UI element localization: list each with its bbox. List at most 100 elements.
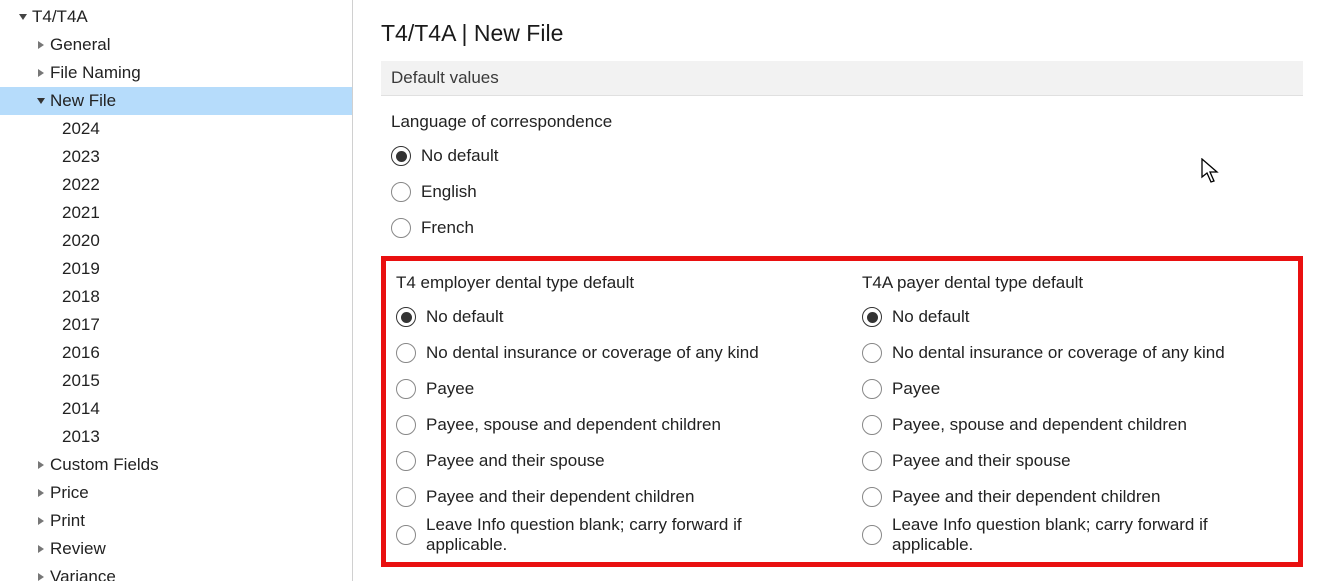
sidebar-item-label: 2022: [62, 175, 100, 195]
radio-t4-dental-1[interactable]: No dental insurance or coverage of any k…: [396, 335, 822, 371]
radio-icon: [862, 415, 882, 435]
sidebar-item-label: Variance: [50, 567, 116, 581]
sidebar-item-label: 2016: [62, 343, 100, 363]
sidebar-year-2015[interactable]: 2015: [0, 367, 352, 395]
chevron-right-icon: [34, 66, 48, 80]
chevron-right-icon: [34, 570, 48, 581]
radio-t4a-dental-0[interactable]: No default: [862, 299, 1288, 335]
sidebar-item-print[interactable]: Print: [0, 507, 352, 535]
radio-label: English: [421, 182, 477, 202]
radio-icon: [862, 307, 882, 327]
radio-t4a-dental-5[interactable]: Payee and their dependent children: [862, 479, 1288, 515]
radio-icon: [396, 451, 416, 471]
sidebar-year-2020[interactable]: 2020: [0, 227, 352, 255]
chevron-right-icon: [34, 458, 48, 472]
radio-t4-dental-3[interactable]: Payee, spouse and dependent children: [396, 407, 822, 443]
radio-group-t4-dental: No default No dental insurance or covera…: [396, 299, 822, 556]
sidebar-item-new-file[interactable]: New File: [0, 87, 352, 115]
sidebar-item-variance[interactable]: Variance: [0, 563, 352, 581]
radio-label: Payee and their dependent children: [426, 487, 694, 507]
sidebar-item-label: 2021: [62, 203, 100, 223]
sidebar-item-price[interactable]: Price: [0, 479, 352, 507]
radio-icon: [396, 307, 416, 327]
sidebar-year-2022[interactable]: 2022: [0, 171, 352, 199]
sidebar-item-custom-fields[interactable]: Custom Fields: [0, 451, 352, 479]
sidebar-item-file-naming[interactable]: File Naming: [0, 59, 352, 87]
radio-icon: [396, 379, 416, 399]
chevron-right-icon: [34, 542, 48, 556]
sidebar-item-label: 2024: [62, 119, 100, 139]
radio-t4a-dental-4[interactable]: Payee and their spouse: [862, 443, 1288, 479]
radio-t4-dental-0[interactable]: No default: [396, 299, 822, 335]
sidebar-item-label: Review: [50, 539, 106, 559]
sidebar-item-label: Price: [50, 483, 89, 503]
page-title: T4/T4A | New File: [381, 20, 1303, 47]
radio-language-french[interactable]: French: [391, 210, 1303, 246]
radio-t4-dental-2[interactable]: Payee: [396, 371, 822, 407]
radio-label: Payee and their dependent children: [892, 487, 1160, 507]
radio-icon: [862, 343, 882, 363]
sidebar-year-2018[interactable]: 2018: [0, 283, 352, 311]
sidebar-year-2019[interactable]: 2019: [0, 255, 352, 283]
radio-t4-dental-6[interactable]: Leave Info question blank; carry forward…: [396, 515, 822, 556]
sidebar-item-general[interactable]: General: [0, 31, 352, 59]
chevron-right-icon: [34, 38, 48, 52]
radio-language-english[interactable]: English: [391, 174, 1303, 210]
radio-label: Leave Info question blank; carry forward…: [426, 515, 822, 556]
sidebar-year-2017[interactable]: 2017: [0, 311, 352, 339]
group-label-t4a-dental: T4A payer dental type default: [862, 273, 1288, 293]
radio-icon: [396, 525, 416, 545]
radio-label: French: [421, 218, 474, 238]
radio-label: No default: [426, 307, 504, 327]
radio-label: No dental insurance or coverage of any k…: [892, 343, 1225, 363]
dental-col-t4a: T4A payer dental type default No default…: [862, 273, 1288, 556]
radio-icon: [862, 379, 882, 399]
sidebar-year-2016[interactable]: 2016: [0, 339, 352, 367]
tree-root-label: T4/T4A: [32, 7, 88, 27]
sidebar-item-review[interactable]: Review: [0, 535, 352, 563]
chevron-right-icon: [34, 514, 48, 528]
chevron-down-icon: [16, 10, 30, 24]
radio-label: Payee and their spouse: [426, 451, 605, 471]
radio-label: No default: [892, 307, 970, 327]
radio-icon: [396, 487, 416, 507]
sidebar-year-2023[interactable]: 2023: [0, 143, 352, 171]
tree-root-t4t4a[interactable]: T4/T4A: [0, 3, 352, 31]
sidebar-item-label: New File: [50, 91, 116, 111]
sidebar-item-label: Print: [50, 511, 85, 531]
radio-label: Payee: [892, 379, 940, 399]
chevron-down-icon: [34, 94, 48, 108]
chevron-right-icon: [34, 486, 48, 500]
radio-icon: [862, 487, 882, 507]
radio-icon: [391, 218, 411, 238]
dental-col-t4: T4 employer dental type default No defau…: [396, 273, 822, 556]
sidebar-item-label: 2017: [62, 315, 100, 335]
radio-icon: [862, 525, 882, 545]
sidebar-item-label: Custom Fields: [50, 455, 159, 475]
radio-t4a-dental-2[interactable]: Payee: [862, 371, 1288, 407]
radio-t4a-dental-3[interactable]: Payee, spouse and dependent children: [862, 407, 1288, 443]
radio-icon: [396, 343, 416, 363]
radio-t4a-dental-6[interactable]: Leave Info question blank; carry forward…: [862, 515, 1288, 556]
radio-t4a-dental-1[interactable]: No dental insurance or coverage of any k…: [862, 335, 1288, 371]
radio-label: No dental insurance or coverage of any k…: [426, 343, 759, 363]
dental-highlight-box: T4 employer dental type default No defau…: [381, 256, 1303, 567]
sidebar: T4/T4A General File Naming New File 2024…: [0, 0, 353, 581]
radio-group-t4a-dental: No default No dental insurance or covera…: [862, 299, 1288, 556]
radio-icon: [391, 182, 411, 202]
radio-label: Payee and their spouse: [892, 451, 1071, 471]
radio-t4-dental-5[interactable]: Payee and their dependent children: [396, 479, 822, 515]
radio-label: No default: [421, 146, 499, 166]
radio-language-no-default[interactable]: No default: [391, 138, 1303, 174]
radio-label: Leave Info question blank; carry forward…: [892, 515, 1288, 556]
group-label-t4-dental: T4 employer dental type default: [396, 273, 822, 293]
sidebar-year-2024[interactable]: 2024: [0, 115, 352, 143]
radio-t4-dental-4[interactable]: Payee and their spouse: [396, 443, 822, 479]
section-default-values: Default values: [381, 61, 1303, 96]
sidebar-item-label: 2014: [62, 399, 100, 419]
sidebar-item-label: 2019: [62, 259, 100, 279]
sidebar-year-2021[interactable]: 2021: [0, 199, 352, 227]
sidebar-item-label: 2013: [62, 427, 100, 447]
sidebar-year-2014[interactable]: 2014: [0, 395, 352, 423]
sidebar-year-2013[interactable]: 2013: [0, 423, 352, 451]
